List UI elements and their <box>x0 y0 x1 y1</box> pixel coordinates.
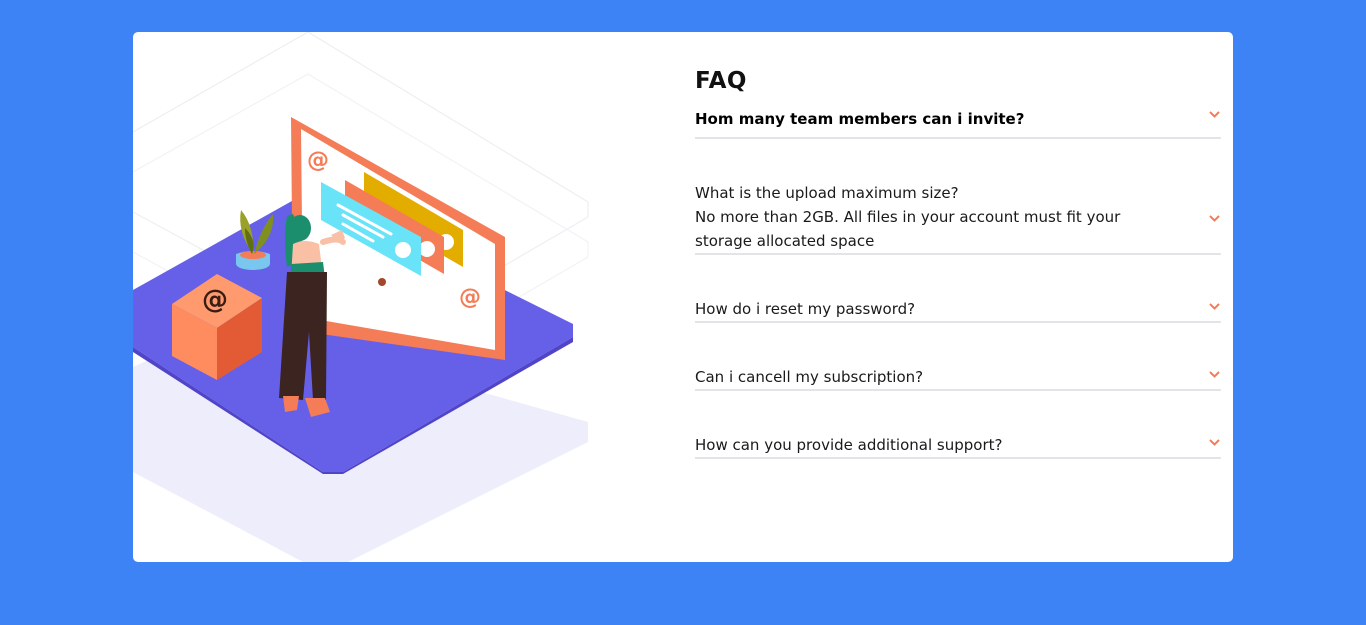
chevron-down-icon[interactable] <box>1207 367 1221 381</box>
faq-question[interactable]: How do i reset my password? <box>695 297 1181 321</box>
faq-section: FAQ Hom many team members can i invite? … <box>695 66 1221 459</box>
faq-item[interactable]: Can i cancell my subscription? <box>695 365 1221 391</box>
faq-answer: No more than 2GB. All files in your acco… <box>695 208 1121 250</box>
faq-question[interactable]: Hom many team members can i invite? <box>695 107 1181 131</box>
woman-online-illustration: @ @ @ <box>133 32 589 562</box>
faq-item[interactable]: Hom many team members can i invite? <box>695 100 1221 139</box>
svg-text:@: @ <box>202 285 228 315</box>
faq-title: FAQ <box>695 68 747 94</box>
svg-text:@: @ <box>307 148 329 173</box>
faq-item[interactable]: What is the upload maximum size? No more… <box>695 181 1221 255</box>
chevron-down-icon[interactable] <box>1207 299 1221 313</box>
faq-question[interactable]: What is the upload maximum size? <box>695 181 1181 205</box>
faq-question[interactable]: How can you provide additional support? <box>695 433 1181 457</box>
chevron-down-icon[interactable] <box>1207 435 1221 449</box>
faq-card: @ @ @ FAQ Hom many team members can i in… <box>133 32 1233 562</box>
chevron-down-icon[interactable] <box>1207 211 1221 225</box>
faq-item[interactable]: How do i reset my password? <box>695 297 1221 323</box>
chevron-down-icon[interactable] <box>1207 107 1221 121</box>
faq-question[interactable]: Can i cancell my subscription? <box>695 365 1181 389</box>
faq-item[interactable]: How can you provide additional support? <box>695 433 1221 459</box>
svg-text:@: @ <box>459 285 481 310</box>
